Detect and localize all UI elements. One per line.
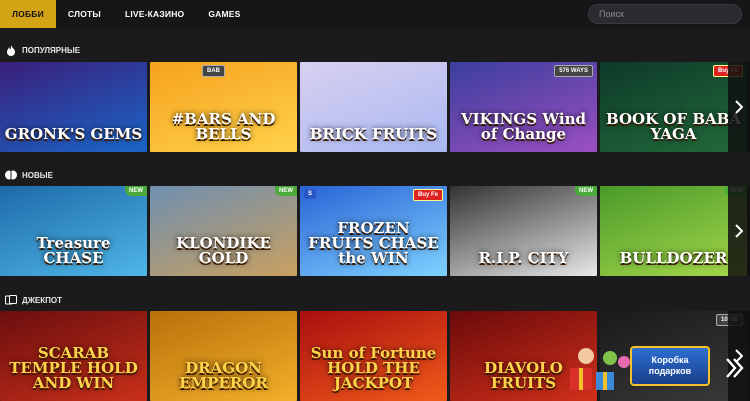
gift-line-1: Коробка: [651, 355, 689, 365]
double-chevron-right-icon[interactable]: [724, 348, 746, 388]
game-title: BRICK FRUITS: [309, 125, 438, 143]
game-title: SCARAB TEMPLE HOLD AND WIN: [9, 344, 138, 392]
leaf-icon: [5, 169, 17, 181]
game-card[interactable]: #BARS AND BELLS BAB: [150, 62, 297, 152]
tab-live-casino[interactable]: LIVE-КАЗИНО: [113, 0, 196, 28]
game-card[interactable]: Sun of Fortune HOLD THE JACKPOT: [300, 311, 447, 401]
search-input[interactable]: [589, 9, 741, 19]
game-title: #BARS AND BELLS: [171, 110, 276, 143]
chevron-right-icon[interactable]: [728, 186, 750, 276]
search-box[interactable]: [588, 4, 742, 24]
game-card[interactable]: FROZEN FRUITS CHASE the WIN Buy Fe S: [300, 186, 447, 276]
game-card[interactable]: BRICK FRUITS: [300, 62, 447, 152]
gift-banner: Коробка подарков: [630, 346, 710, 386]
section-label: ДЖЕКПОТ: [22, 295, 63, 305]
coins-icon: [5, 294, 17, 306]
game-title: KLONDIKE GOLD: [176, 234, 271, 267]
game-title: GRONK'S GEMS: [4, 125, 143, 143]
game-badge: NEW: [125, 186, 147, 196]
flame-icon: [5, 44, 17, 56]
section-title-popular: ПОПУЛЯРНЫЕ: [5, 43, 80, 57]
provider-badge: S: [304, 189, 317, 199]
game-title: BOOK OF BABA YAGA: [606, 110, 741, 143]
game-card[interactable]: KLONDIKE GOLD NEW: [150, 186, 297, 276]
section-label: ПОПУЛЯРНЫЕ: [22, 45, 81, 55]
chevron-right-icon[interactable]: [728, 62, 750, 152]
gift-box-promo[interactable]: Коробка подарков: [560, 336, 720, 396]
gift-characters-icon: [570, 348, 630, 390]
game-title: DRAGON EMPEROR: [179, 359, 268, 392]
game-card[interactable]: R.I.P. CITY NEW: [450, 186, 597, 276]
game-card[interactable]: Treasure CHASE NEW: [0, 186, 147, 276]
tab-lobby[interactable]: ЛОББИ: [0, 0, 56, 28]
game-badge: NEW: [275, 186, 297, 196]
game-card[interactable]: GRONK'S GEMS: [0, 62, 147, 152]
tab-slots[interactable]: СЛОТЫ: [56, 0, 113, 28]
game-row-new: Treasure CHASE NEW KLONDIKE GOLD NEW FROZEN …: [0, 186, 750, 276]
game-badge: 576 WAYS: [554, 65, 593, 77]
game-row-popular: GRONK'S GEMS #BARS AND BELLS BAB BRICK FRUI…: [0, 62, 750, 152]
game-card[interactable]: BOOK OF BABA YAGABuy Fe: [600, 62, 747, 152]
game-badge: Buy Fe: [412, 189, 443, 201]
game-title: Sun of Fortune HOLD THE JACKPOT: [310, 344, 437, 392]
game-title: BULLDOZER: [619, 249, 728, 267]
game-card[interactable]: DRAGON EMPEROR: [150, 311, 297, 401]
game-card[interactable]: VIKINGS Wind of Change 576 WAYS: [450, 62, 597, 152]
section-title-jackpot: ДЖЕКПОТ: [5, 293, 62, 307]
game-card[interactable]: BULLDOZERNEW: [600, 186, 747, 276]
tab-games[interactable]: GAMES: [196, 0, 252, 28]
gift-line-2: подарков: [648, 366, 692, 376]
game-badge: NEW: [575, 186, 597, 196]
section-label: НОВЫЕ: [22, 170, 53, 180]
top-navigation: ЛОББИ СЛОТЫ LIVE-КАЗИНО GAMES: [0, 0, 750, 28]
section-title-new: НОВЫЕ: [5, 168, 53, 182]
game-title: Treasure CHASE: [36, 234, 111, 267]
game-title: VIKINGS Wind of Change: [461, 110, 586, 143]
game-logo-badge: BAB: [202, 65, 225, 77]
game-card[interactable]: SCARAB TEMPLE HOLD AND WIN: [0, 311, 147, 401]
game-title: R.I.P. CITY: [478, 249, 569, 267]
game-title: FROZEN FRUITS CHASE the WIN: [308, 219, 439, 267]
